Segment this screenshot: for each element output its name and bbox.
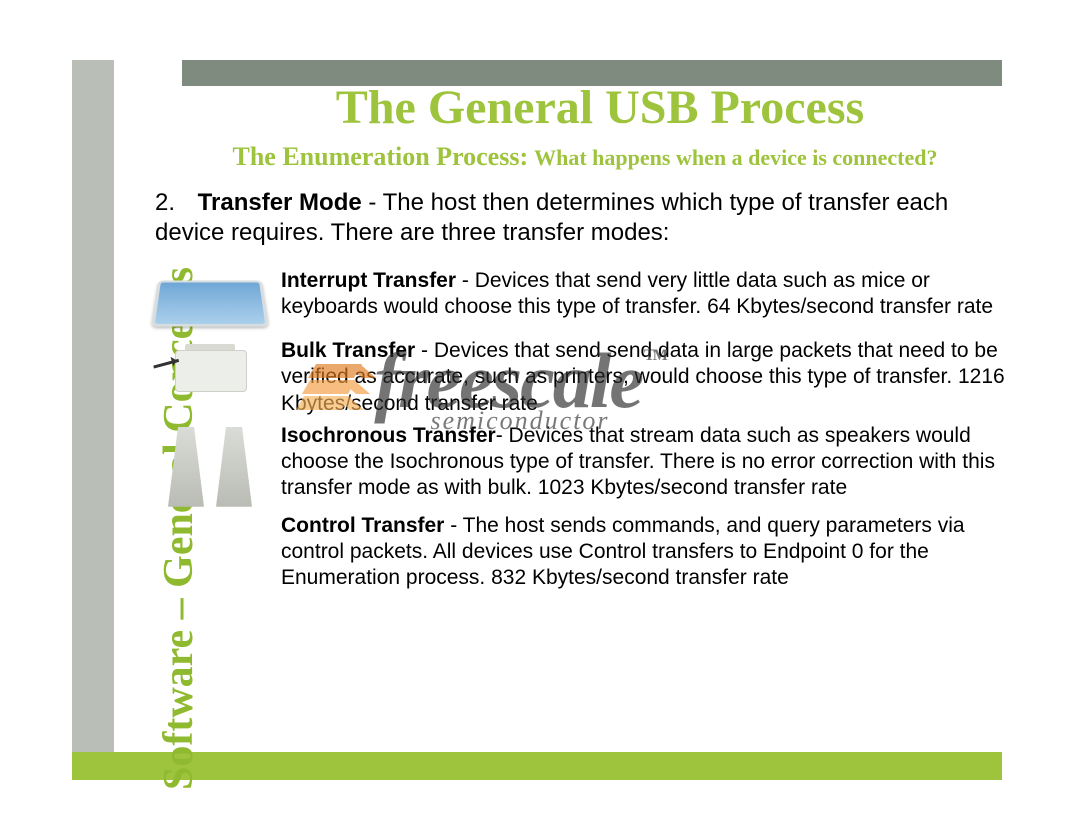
slide: Software – General Concepts The General … (0, 0, 1080, 834)
transfer-rows: Interrupt Transfer - Devices that send v… (155, 268, 1010, 592)
intro-paragraph: 2. Transfer Mode - The host then determi… (155, 188, 1010, 248)
keyboard-icon (155, 268, 265, 332)
slide-body: 2. Transfer Mode - The host then determi… (155, 188, 1010, 592)
decor-bottom-bar (72, 752, 1002, 780)
row-bold: Interrupt Transfer (281, 269, 456, 292)
slide-subtitle: The Enumeration Process: What happens wh… (160, 142, 1010, 172)
row-text: Isochronous Transfer- Devices that strea… (281, 423, 1010, 502)
speakers-icon (155, 423, 265, 507)
row-bold: Bulk Transfer (281, 339, 415, 362)
row-control: Control Transfer - The host sends comman… (155, 513, 1010, 592)
row-bulk: Bulk Transfer - Devices that send send d… (155, 338, 1010, 417)
row-bold: Control Transfer (281, 514, 444, 537)
row-bold: Isochronous Transfer (281, 424, 496, 447)
row-text: Control Transfer - The host sends comman… (281, 513, 1010, 592)
empty-icon (155, 513, 265, 517)
printer-icon (155, 338, 265, 398)
row-isochronous: Isochronous Transfer- Devices that strea… (155, 423, 1010, 507)
subtitle-strong: The Enumeration Process: (233, 142, 529, 171)
slide-title: The General USB Process (190, 80, 1010, 135)
decor-left-strip (72, 60, 114, 780)
row-text: Interrupt Transfer - Devices that send v… (281, 268, 1010, 321)
intro-number: 2. (155, 188, 191, 218)
row-text: Bulk Transfer - Devices that send send d… (281, 338, 1010, 417)
intro-bold: Transfer Mode (198, 189, 362, 216)
subtitle-rest: What happens when a device is connected? (534, 145, 937, 170)
row-interrupt: Interrupt Transfer - Devices that send v… (155, 268, 1010, 332)
